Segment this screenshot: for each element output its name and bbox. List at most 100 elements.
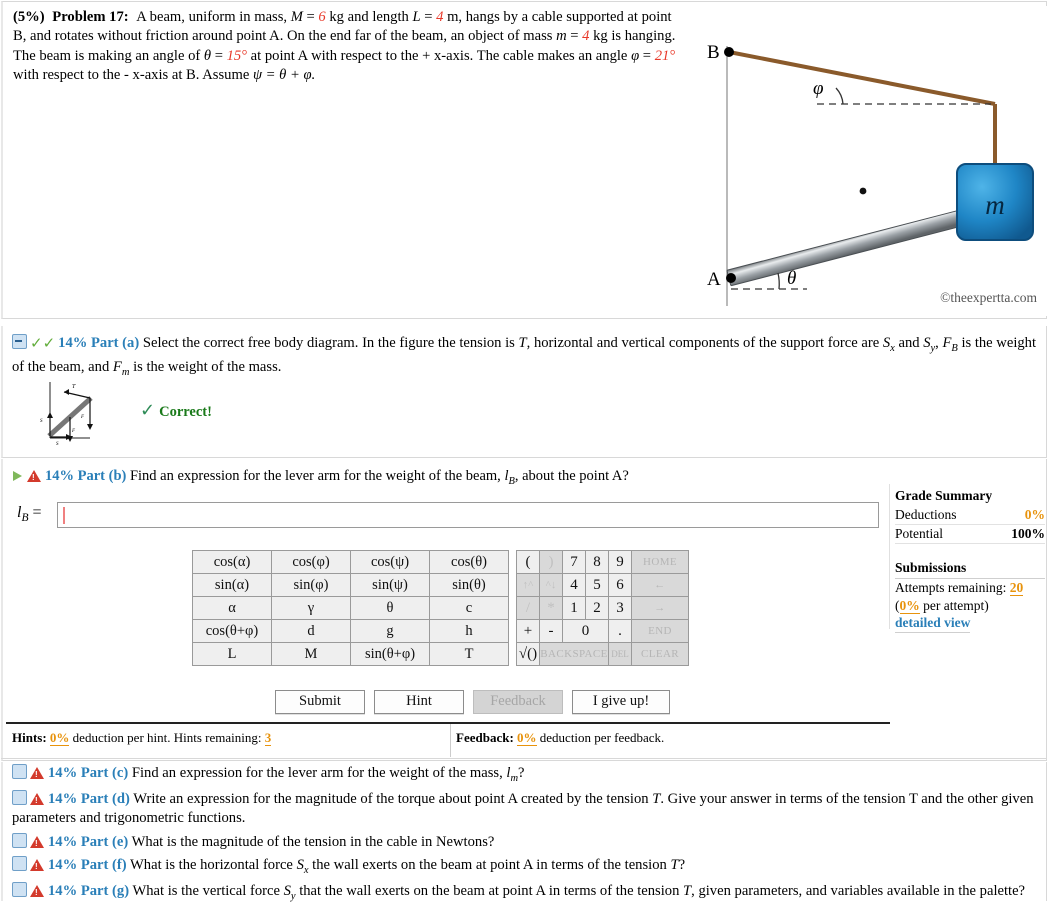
copyright-notice: ©theexpertta.com xyxy=(940,290,1037,305)
expand-icon[interactable] xyxy=(12,832,27,848)
palette-key-g[interactable]: g xyxy=(350,619,430,643)
keypad-arrow-right: → xyxy=(631,596,689,620)
deductions-value: 0% xyxy=(1024,507,1045,522)
detailed-view-link[interactable]: detailed view xyxy=(895,615,971,633)
eq-1: = xyxy=(302,9,319,25)
palette-key-alpha[interactable]: α xyxy=(192,596,272,620)
keypad-9[interactable]: 9 xyxy=(608,550,632,574)
palette-key-T[interactable]: T xyxy=(429,642,509,666)
palette-key-M[interactable]: M xyxy=(271,642,351,666)
double-check-icon: ✓✓ xyxy=(30,334,56,352)
palette-key-gamma[interactable]: γ xyxy=(271,596,351,620)
keypad-6[interactable]: 6 xyxy=(608,573,632,597)
keypad-open-paren[interactable]: ( xyxy=(516,550,540,574)
lower-parts-panel: 14% Part (c) Find an expression for the … xyxy=(1,762,1047,902)
text-caret xyxy=(63,507,65,524)
part-b-label[interactable]: 14% Part (b) xyxy=(45,468,126,484)
feedback-button: Feedback xyxy=(473,690,563,714)
part-d-row: 14% Part (d) Write an expression for the… xyxy=(3,788,1046,831)
lower-section-divider xyxy=(1,758,1047,759)
expand-icon[interactable] xyxy=(12,856,27,872)
expand-icon[interactable] xyxy=(12,882,27,897)
keypad-3[interactable]: 3 xyxy=(608,596,632,620)
stem-text-2: kg and length xyxy=(325,9,413,25)
keypad-plus[interactable]: + xyxy=(516,619,540,643)
give-up-button[interactable]: I give up! xyxy=(572,690,670,714)
part-g-label[interactable]: 14% Part (g) xyxy=(48,883,129,899)
palette-key-sin-psi[interactable]: sin(ψ) xyxy=(350,573,430,597)
keypad-decimal[interactable]: . xyxy=(608,619,632,643)
palette-key-sin-phi[interactable]: sin(φ) xyxy=(271,573,351,597)
expand-icon[interactable] xyxy=(12,764,27,779)
answer-label-sub: B xyxy=(21,512,29,525)
palette-key-c[interactable]: c xyxy=(429,596,509,620)
keypad-minus[interactable]: - xyxy=(539,619,563,643)
mass-block-label: m xyxy=(985,190,1005,220)
keypad-7[interactable]: 7 xyxy=(562,550,586,574)
grade-panel-divider xyxy=(889,484,890,629)
part-c-label[interactable]: 14% Part (c) xyxy=(48,765,128,781)
var-m: m xyxy=(556,28,567,45)
beam-body xyxy=(726,203,989,287)
fbd-label-T: T xyxy=(72,384,76,390)
hints-label: Hints: xyxy=(12,730,47,745)
keypad-4[interactable]: 4 xyxy=(562,573,586,597)
keypad-5[interactable]: 5 xyxy=(585,573,609,597)
beam-center-dot xyxy=(859,187,867,195)
per-attempt-row: (0% per attempt) xyxy=(895,597,1045,615)
sym-T-f: T xyxy=(670,857,679,874)
palette-key-sin-alpha[interactable]: sin(α) xyxy=(192,573,272,597)
value-phi: 21° xyxy=(654,47,676,64)
per-attempt-tail: per attempt) xyxy=(919,598,989,613)
palette-key-d[interactable]: d xyxy=(271,619,351,643)
palette-key-cos-theta[interactable]: cos(θ) xyxy=(429,550,509,574)
eq-2: = xyxy=(420,9,437,25)
submit-button[interactable]: Submit xyxy=(275,690,365,714)
keypad-1[interactable]: 1 xyxy=(562,596,586,620)
palette-key-cos-alpha[interactable]: cos(α) xyxy=(192,550,272,574)
part-d-text-1: Write an expression for the magnitude of… xyxy=(133,790,653,807)
keypad-2[interactable]: 2 xyxy=(585,596,609,620)
free-body-diagram-thumbnail[interactable]: T F F S S xyxy=(28,380,128,451)
grade-summary-panel: Grade Summary Deductions 0% Potential 10… xyxy=(895,488,1045,633)
palette-key-L[interactable]: L xyxy=(192,642,272,666)
hints-feedback-bar: Hints: 0% deduction per hint. Hints rema… xyxy=(6,722,890,757)
keypad-subscript: ^↓ xyxy=(539,573,563,597)
keypad-divide: / xyxy=(516,596,540,620)
keypad-0[interactable]: 0 xyxy=(562,619,609,643)
submissions-title: Submissions xyxy=(895,560,967,575)
part-f-label[interactable]: 14% Part (f) xyxy=(48,857,127,873)
palette-gap xyxy=(509,597,517,620)
hint-button[interactable]: Hint xyxy=(374,690,464,714)
palette-key-h[interactable]: h xyxy=(429,619,509,643)
part-a-label[interactable]: 14% Part (a) xyxy=(58,335,139,351)
keypad-8[interactable]: 8 xyxy=(585,550,609,574)
palette-key-sin-theta-plus-phi[interactable]: sin(θ+φ) xyxy=(350,642,430,666)
feedback-pct: 0% xyxy=(517,730,537,746)
expand-icon[interactable] xyxy=(12,789,27,805)
point-b-label: B xyxy=(707,42,720,63)
palette-key-cos-theta-plus-phi[interactable]: cos(θ+φ) xyxy=(192,619,272,643)
math-palette[interactable]: cos(α) cos(φ) cos(ψ) cos(θ) ( ) 7 8 9 HO… xyxy=(192,550,689,666)
part-f-text-3: ? xyxy=(678,857,686,874)
stem-text-5: at point A with respect to the + x-axis.… xyxy=(247,47,632,64)
part-b-text-1: Find an expression for the lever arm for… xyxy=(129,468,505,484)
palette-key-sin-theta[interactable]: sin(θ) xyxy=(429,573,509,597)
part-a-panel: ✓✓ 14% Part (a) Select the correct free b… xyxy=(1,326,1047,458)
hints-info: Hints: 0% deduction per hint. Hints rema… xyxy=(12,730,272,746)
palette-key-theta[interactable]: θ xyxy=(350,596,430,620)
check-icon: ✓ xyxy=(140,400,156,421)
part-d-label[interactable]: 14% Part (d) xyxy=(48,791,130,807)
keypad-sqrt[interactable]: √() xyxy=(516,642,540,666)
feedback-info: Feedback: 0% deduction per feedback. xyxy=(456,730,664,746)
collapse-icon[interactable] xyxy=(12,334,27,349)
point-b-dot xyxy=(724,47,734,57)
problem-page: (5%) Problem 17: A beam, uniform in mass… xyxy=(0,0,1050,902)
palette-key-cos-psi[interactable]: cos(ψ) xyxy=(350,550,430,574)
palette-key-cos-phi[interactable]: cos(φ) xyxy=(271,550,351,574)
part-e-label[interactable]: 14% Part (e) xyxy=(48,834,128,850)
answer-input[interactable] xyxy=(57,502,879,528)
expand-play-icon[interactable] xyxy=(13,471,22,481)
answer-row: lB = xyxy=(17,502,879,530)
palette-row: cos(α) cos(φ) cos(ψ) cos(θ) ( ) 7 8 9 HO… xyxy=(192,550,689,574)
